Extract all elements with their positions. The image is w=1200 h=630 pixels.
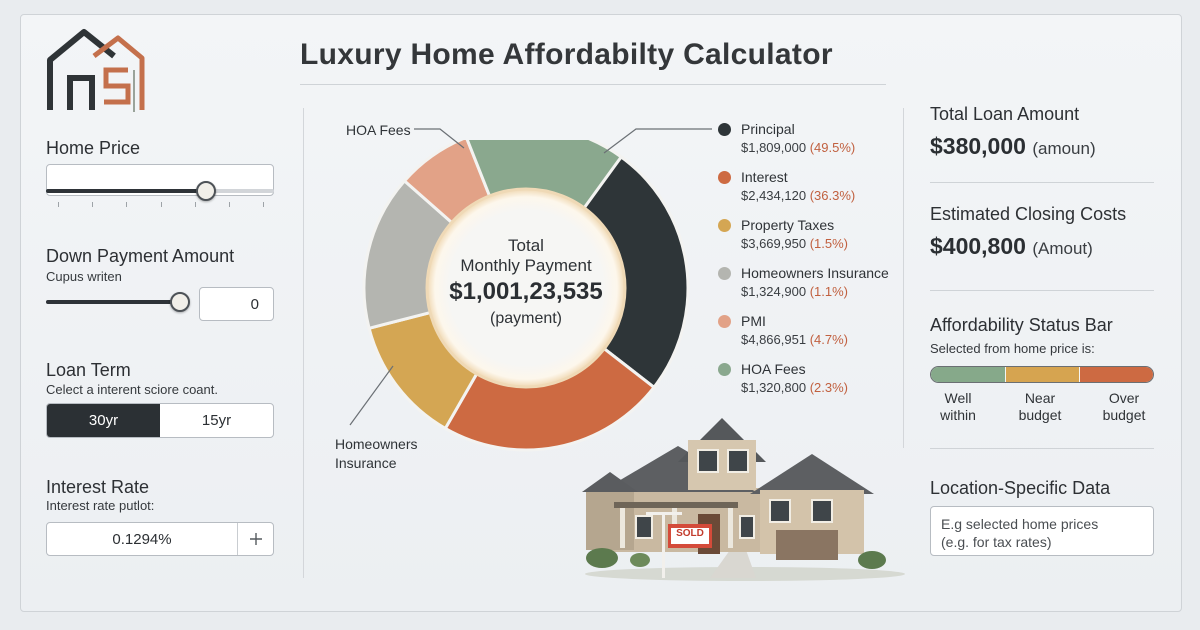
status-label-near-budget: Near budget bbox=[1018, 390, 1062, 423]
location-data-label: Location-Specific Data bbox=[930, 478, 1111, 498]
legend-name: Homeowners Insurance bbox=[741, 265, 889, 281]
location-data-input[interactable]: E.g selected home prices (e.g. for tax r… bbox=[930, 506, 1154, 556]
legend-value: $3,669,950 (1.5%) bbox=[741, 236, 848, 251]
legend-amount: $1,809,000 bbox=[741, 140, 807, 155]
legend-dot bbox=[718, 219, 731, 232]
right-rule-2 bbox=[930, 290, 1154, 291]
legend-dot bbox=[718, 267, 731, 280]
legend-value: $1,320,800 (2.3%) bbox=[741, 380, 848, 395]
affordability-status-bar bbox=[930, 366, 1154, 383]
legend-dot bbox=[718, 363, 731, 376]
legend-name: Principal bbox=[741, 121, 795, 137]
legend-amount: $3,669,950 bbox=[741, 236, 807, 251]
status-segment-near-budget bbox=[1005, 367, 1080, 382]
status-label-over-budget: Over budget bbox=[1102, 390, 1146, 423]
total-loan-value: $380,000 bbox=[930, 133, 1026, 159]
legend-dot bbox=[718, 171, 731, 184]
right-rule-1 bbox=[930, 182, 1154, 183]
legend-dot bbox=[718, 123, 731, 136]
total-loan-amount: $380,000 (amoun) bbox=[930, 133, 1096, 160]
legend-amount: $2,434,120 bbox=[741, 188, 807, 203]
legend-value: $2,434,120 (36.3%) bbox=[741, 188, 855, 203]
status-label-well-within: Well within bbox=[940, 390, 976, 423]
status-segment-well-within bbox=[931, 367, 1006, 382]
legend-amount: $4,866,951 bbox=[741, 332, 807, 347]
legend-amount: $1,324,900 bbox=[741, 284, 807, 299]
status-segment-over-budget bbox=[1079, 367, 1153, 382]
legend-percent: (4.7%) bbox=[809, 332, 848, 347]
legend-value: $1,809,000 (49.5%) bbox=[741, 140, 855, 155]
legend-percent: (1.5%) bbox=[809, 236, 848, 251]
total-loan-unit: (amoun) bbox=[1032, 139, 1096, 158]
closing-costs-value: $400,800 bbox=[930, 233, 1026, 259]
legend-name: PMI bbox=[741, 313, 766, 329]
closing-costs-label: Estimated Closing Costs bbox=[930, 204, 1127, 224]
legend-amount: $1,320,800 bbox=[741, 380, 807, 395]
closing-costs-amount: $400,800 (Amout) bbox=[930, 233, 1093, 260]
legend-name: Property Taxes bbox=[741, 217, 835, 233]
legend-value: $4,866,951 (4.7%) bbox=[741, 332, 848, 347]
legend-dot bbox=[718, 315, 731, 328]
legend-name: HOA Fees bbox=[741, 361, 806, 377]
legend-percent: (36.3%) bbox=[809, 188, 856, 203]
legend-percent: (49.5%) bbox=[809, 140, 856, 155]
affordability-status-caption: Selected from home price is: bbox=[930, 341, 1095, 356]
legend-percent: (2.3%) bbox=[809, 380, 848, 395]
right-rule-3 bbox=[930, 448, 1154, 449]
legend-percent: (1.1%) bbox=[809, 284, 848, 299]
legend-name: Interest bbox=[741, 169, 788, 185]
legend-value: $1,324,900 (1.1%) bbox=[741, 284, 848, 299]
house-illustration bbox=[582, 418, 905, 581]
affordability-status-label: Affordability Status Bar bbox=[930, 315, 1113, 335]
sold-sign: SOLD bbox=[676, 528, 704, 539]
total-loan-label: Total Loan Amount bbox=[930, 104, 1080, 124]
closing-costs-unit: (Amout) bbox=[1032, 239, 1093, 258]
